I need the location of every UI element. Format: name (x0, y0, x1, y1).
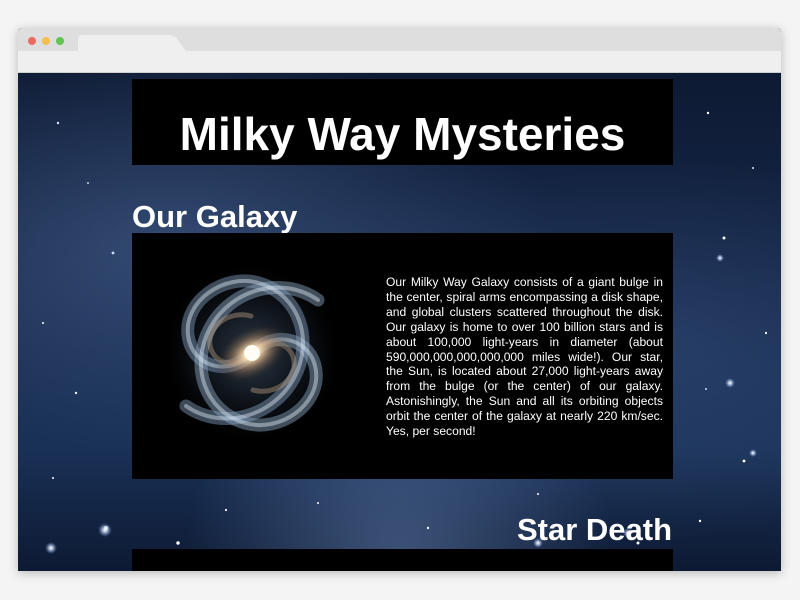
window-controls (28, 37, 64, 45)
maximize-window-button[interactable] (56, 37, 64, 45)
page-viewport[interactable]: Milky Way Mysteries Our Galaxy Our Milky… (18, 73, 781, 571)
minimize-window-button[interactable] (42, 37, 50, 45)
close-window-button[interactable] (28, 37, 36, 45)
star-death-content-panel (132, 549, 673, 571)
browser-window: Milky Way Mysteries Our Galaxy Our Milky… (18, 28, 781, 571)
our-galaxy-description: Our Milky Way Galaxy consists of a giant… (386, 275, 663, 439)
our-galaxy-content-panel: Our Milky Way Galaxy consists of a giant… (132, 233, 673, 479)
title-banner: Milky Way Mysteries (132, 79, 673, 165)
browser-tab[interactable] (78, 35, 186, 51)
page-title: Milky Way Mysteries (179, 108, 626, 160)
milky-way-galaxy-image (160, 261, 344, 445)
browser-chrome (18, 28, 781, 73)
screen: Milky Way Mysteries Our Galaxy Our Milky… (0, 0, 800, 600)
section-heading-star-death: Star Death (516, 512, 672, 547)
browser-toolbar (18, 51, 781, 72)
section-heading-our-galaxy: Our Galaxy (132, 199, 298, 234)
